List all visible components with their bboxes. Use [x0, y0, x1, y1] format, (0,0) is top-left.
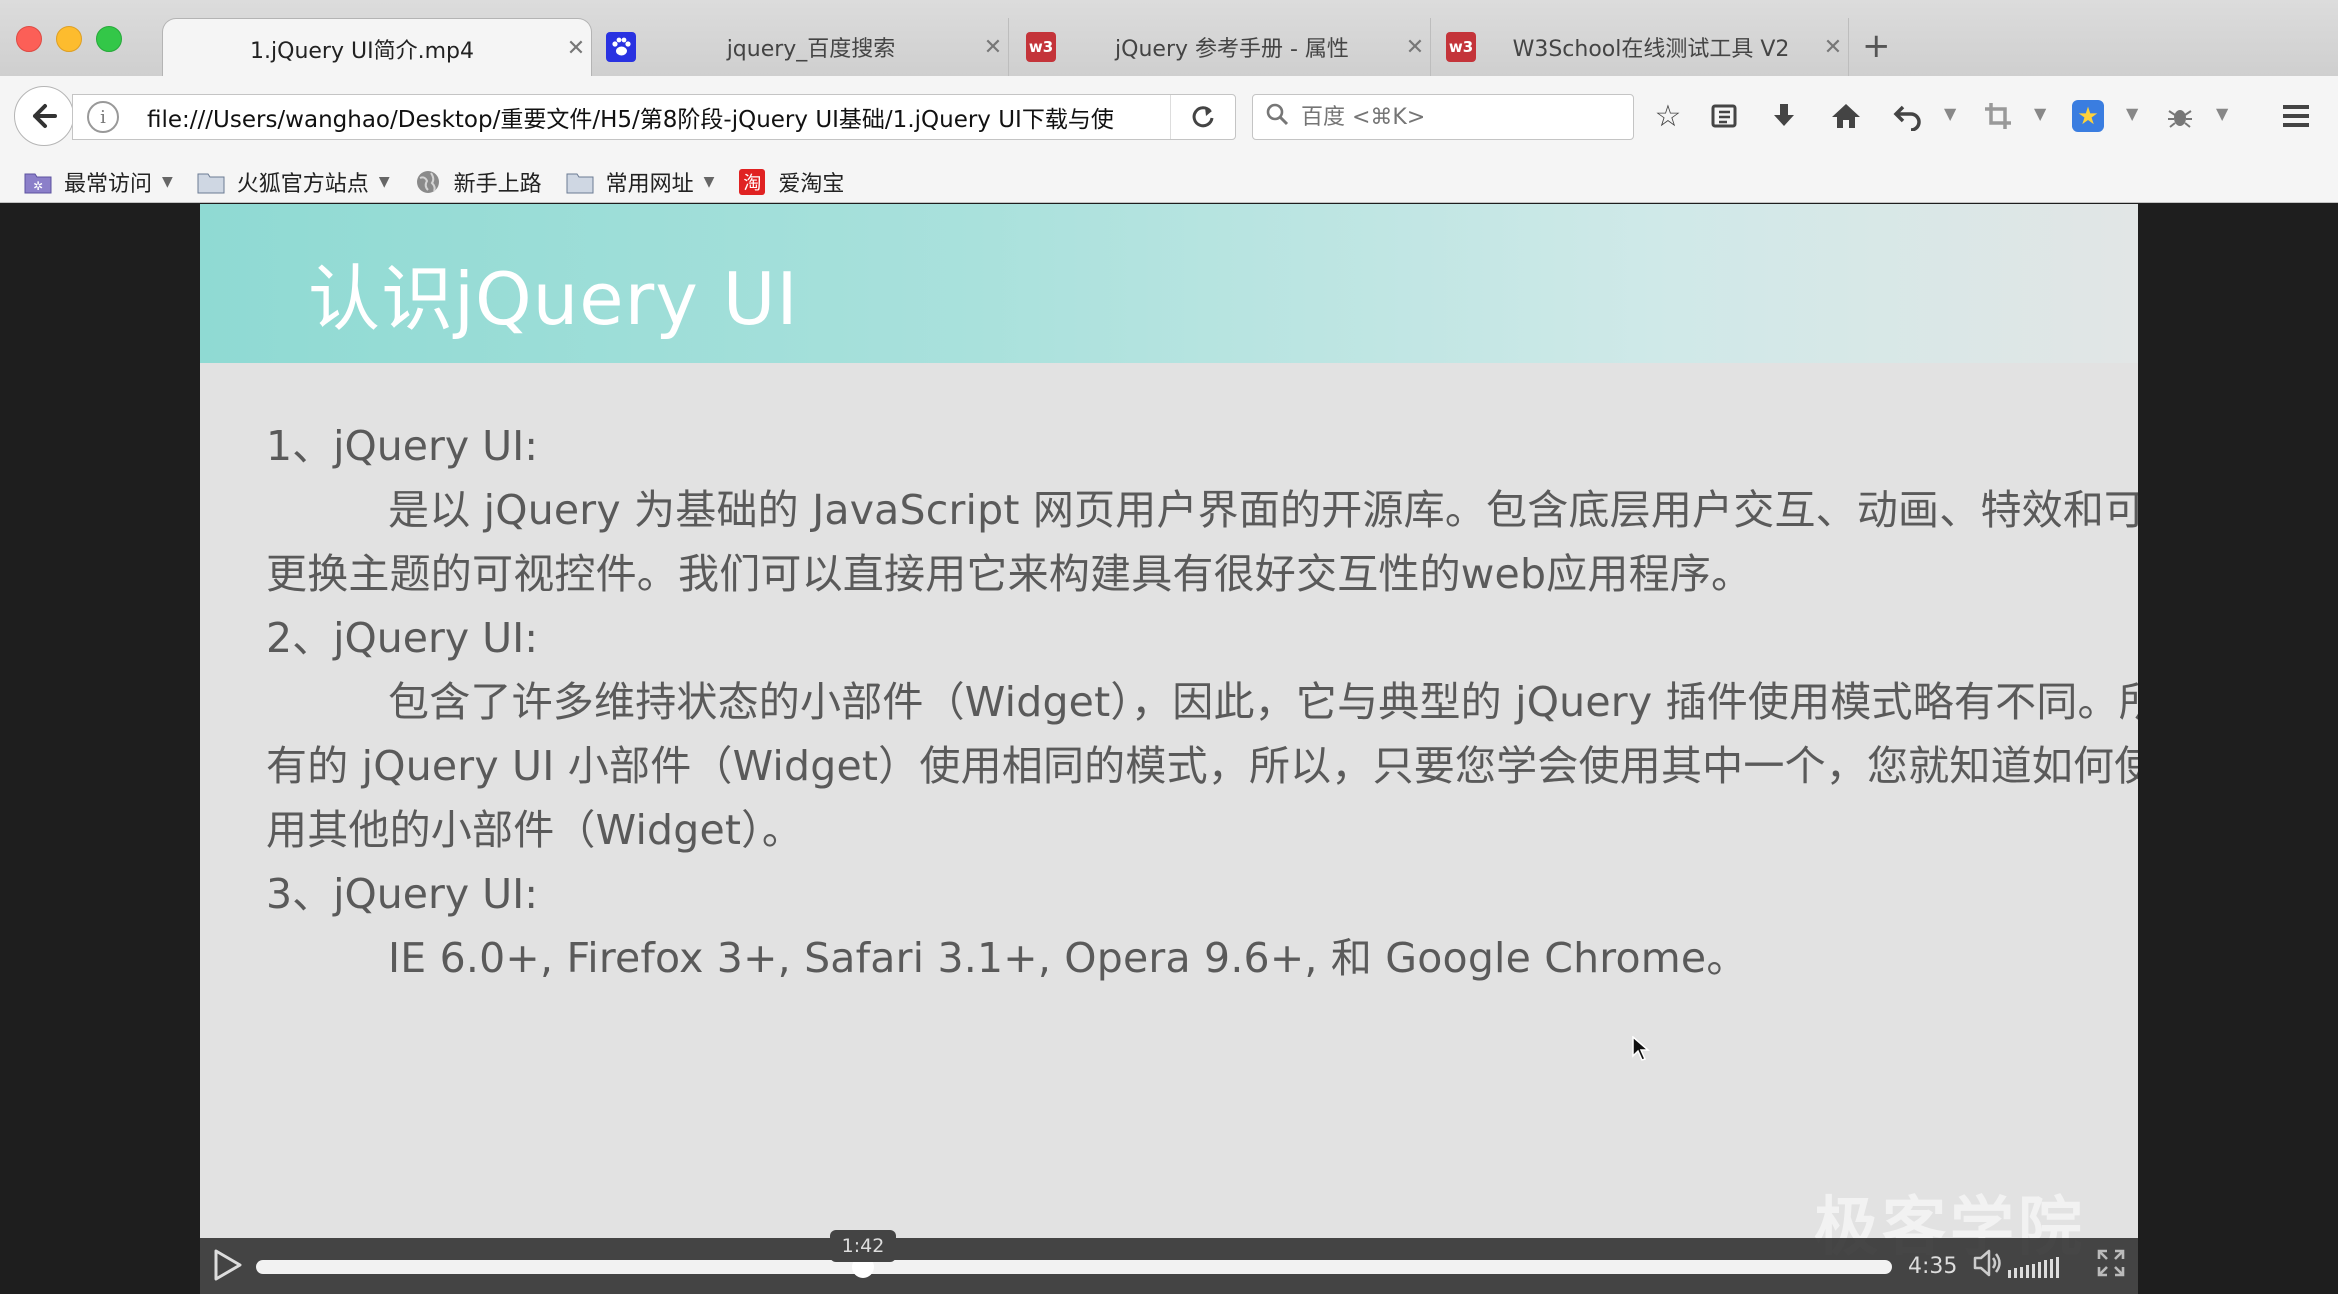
volume-bar — [2014, 1268, 2017, 1278]
close-icon[interactable]: ✕ — [1818, 35, 1848, 60]
new-tab-button[interactable]: + — [1862, 26, 1891, 66]
folder-icon — [566, 170, 594, 194]
point-heading: 3、jQuery UI: — [266, 870, 539, 918]
volume-slider[interactable] — [2008, 1256, 2062, 1278]
baidu-paw-icon — [606, 32, 636, 62]
volume-bar — [2056, 1257, 2059, 1278]
tab-label: 1.jQuery UI简介.mp4 — [250, 38, 474, 64]
download-icon[interactable] — [1764, 96, 1804, 136]
tab-baidu[interactable]: jquery_百度搜索 ✕ — [598, 18, 1009, 76]
current-time-tooltip: 1:42 — [830, 1230, 896, 1262]
video-player[interactable]: 认识jQuery UI 1、jQuery UI: 是以 jQuery 为基础的 … — [200, 204, 2138, 1294]
info-icon[interactable]: i — [87, 101, 119, 133]
bookmark-label: 最常访问 — [64, 172, 153, 197]
tab-jquery-reference[interactable]: w3 jQuery 参考手册 - 属性 ✕ — [1018, 18, 1431, 76]
address-bar[interactable]: i file:///Users/wanghao/Desktop/重要文件/H5/… — [72, 94, 1236, 140]
point-text: IE 6.0+, Firefox 3+, Safari 3.1+, Opera … — [388, 934, 1748, 982]
fullscreen-icon — [2097, 1249, 2125, 1277]
bookmarks-bar: ✲ 最常访问 ▼ 火狐官方站点 ▼ 新手上路 常用网址 ▼ 淘 爱淘宝 — [0, 162, 2338, 203]
volume-bar — [2026, 1265, 2029, 1278]
minimize-window-button[interactable] — [56, 26, 82, 52]
play-button[interactable] — [212, 1248, 244, 1291]
tab-label: jquery_百度搜索 — [726, 37, 896, 62]
bookmark-label: 火狐官方站点 — [236, 172, 369, 197]
bug-icon[interactable] — [2160, 96, 2200, 136]
globe-icon — [414, 170, 442, 194]
tab-w3school-tool[interactable]: w3 W3School在线测试工具 V2 ✕ — [1438, 18, 1849, 76]
volume-button[interactable] — [1972, 1248, 2004, 1286]
slide-title: 认识jQuery UI — [308, 257, 799, 341]
player-controls: 1:42 4:35 — [200, 1230, 2138, 1294]
slide-header-band: 认识jQuery UI — [200, 204, 2138, 363]
volume-bar — [2050, 1258, 2053, 1278]
chevron-down-icon[interactable]: ▼ — [2126, 104, 2138, 123]
point-heading: 2、jQuery UI: — [266, 614, 539, 662]
close-icon[interactable]: ✕ — [1400, 35, 1430, 60]
reload-icon — [1192, 106, 1214, 128]
taobao-icon: 淘 — [738, 169, 766, 195]
navigation-toolbar: i file:///Users/wanghao/Desktop/重要文件/H5/… — [0, 76, 2338, 162]
crop-icon[interactable] — [1978, 96, 2018, 136]
volume-bar — [2038, 1262, 2041, 1278]
bookmark-firefox-sites[interactable]: 火狐官方站点 ▼ — [197, 166, 390, 198]
bookmark-most-visited[interactable]: ✲ 最常访问 ▼ — [24, 166, 173, 198]
tab-label: jQuery 参考手册 - 属性 — [1115, 37, 1349, 62]
search-input[interactable] — [1299, 103, 1603, 131]
bookmark-label: 爱淘宝 — [778, 172, 845, 197]
folder-star-icon: ✲ — [24, 170, 52, 194]
volume-bar — [2044, 1260, 2047, 1278]
close-window-button[interactable] — [16, 26, 42, 52]
speaker-icon — [1973, 1249, 2001, 1277]
undo-icon[interactable] — [1888, 96, 1928, 136]
url-text[interactable]: file:///Users/wanghao/Desktop/重要文件/H5/第8… — [147, 100, 1179, 134]
duration-label: 4:35 — [1908, 1254, 1958, 1279]
chevron-down-icon[interactable]: ▼ — [1944, 104, 1956, 123]
maximize-window-button[interactable] — [96, 26, 122, 52]
home-icon[interactable] — [1826, 96, 1866, 136]
close-icon[interactable]: ✕ — [561, 36, 591, 61]
star-badge-icon[interactable]: ★ — [2068, 96, 2108, 136]
chevron-down-icon: ▼ — [378, 174, 390, 190]
slide-body: 1、jQuery UI: 是以 jQuery 为基础的 JavaScript 网… — [266, 414, 2138, 990]
bookmark-taobao[interactable]: 淘 爱淘宝 — [738, 166, 844, 198]
chevron-down-icon[interactable]: ▼ — [2216, 104, 2228, 123]
folder-icon — [197, 170, 225, 194]
point-heading: 1、jQuery UI: — [266, 422, 539, 470]
back-button[interactable] — [14, 86, 74, 146]
tab-label: W3School在线测试工具 V2 — [1512, 37, 1790, 62]
close-icon[interactable]: ✕ — [978, 35, 1008, 60]
bookmark-common-sites[interactable]: 常用网址 ▼ — [566, 166, 715, 198]
fullscreen-button[interactable] — [2096, 1248, 2126, 1286]
volume-bar — [2032, 1263, 2035, 1278]
volume-bar — [2008, 1270, 2011, 1278]
progress-bar[interactable]: 1:42 — [256, 1230, 1892, 1278]
point-text: 是以 jQuery 为基础的 JavaScript 网页用户界面的开源库。包含底… — [266, 486, 2138, 598]
arrow-left-icon — [33, 104, 57, 128]
star-icon[interactable]: ☆ — [1648, 96, 1688, 136]
volume-bar — [2020, 1266, 2023, 1278]
search-box[interactable] — [1252, 94, 1634, 140]
search-icon — [1265, 102, 1289, 132]
w3school-icon: w3 — [1026, 32, 1056, 62]
bookmark-label: 新手上路 — [453, 172, 542, 197]
svg-text:✲: ✲ — [33, 179, 43, 193]
bookmark-label: 常用网址 — [605, 172, 694, 197]
tab-video[interactable]: 1.jQuery UI简介.mp4 ✕ — [162, 18, 592, 78]
chevron-down-icon: ▼ — [703, 174, 715, 190]
bookmark-getting-started[interactable]: 新手上路 — [414, 166, 542, 198]
chevron-down-icon: ▼ — [162, 174, 173, 190]
browser-chrome: 1.jQuery UI简介.mp4 ✕ jquery_百度搜索 ✕ w3 jQu… — [0, 0, 2338, 203]
reading-list-icon[interactable] — [1704, 96, 1744, 136]
tab-bar: 1.jQuery UI简介.mp4 ✕ jquery_百度搜索 ✕ w3 jQu… — [0, 0, 2338, 78]
hamburger-menu-icon[interactable] — [2276, 96, 2316, 136]
w3school-icon: w3 — [1446, 32, 1476, 62]
chevron-down-icon[interactable]: ▼ — [2034, 104, 2046, 123]
point-text: 包含了许多维持状态的小部件（Widget），因此，它与典型的 jQuery 插件… — [266, 678, 2138, 854]
play-icon — [214, 1249, 242, 1281]
reload-button[interactable] — [1170, 95, 1235, 139]
